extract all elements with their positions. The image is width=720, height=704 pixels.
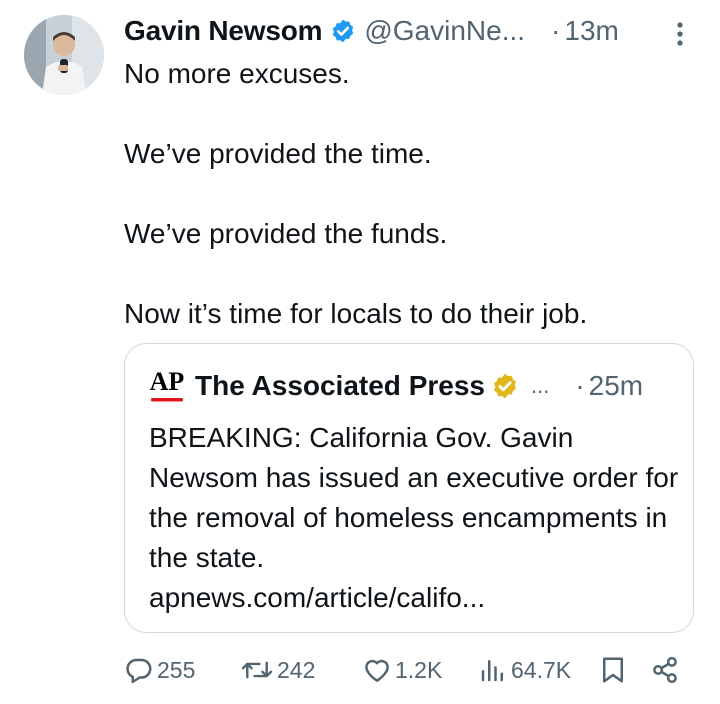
action-bar: 255 242 1.2K 64.7K — [124, 650, 694, 690]
quoted-tweet-header: AP The Associated Press ... · 25m — [149, 366, 674, 406]
reply-button[interactable]: 255 — [124, 650, 195, 690]
quoted-tweet-link[interactable]: apnews.com/article/califo... — [149, 578, 679, 618]
separator-dot: · — [575, 370, 585, 401]
quoted-handle-truncated[interactable]: ... — [531, 373, 549, 399]
verified-badge-icon — [333, 19, 354, 43]
more-options-icon[interactable] — [670, 20, 690, 48]
views-chart-icon — [481, 660, 503, 682]
repost-button[interactable]: 242 — [240, 650, 315, 690]
author-avatar[interactable] — [24, 15, 104, 95]
quoted-tweet-text: BREAKING: California Gov. Gavin Newsom h… — [149, 422, 679, 573]
quoted-tweet-card[interactable]: AP The Associated Press ... · 25m BREAKI… — [124, 343, 694, 633]
share-button[interactable] — [650, 650, 680, 690]
gold-verified-badge-icon — [494, 373, 516, 399]
ap-logo-text: AP — [150, 367, 185, 396]
reply-icon — [126, 658, 152, 684]
tweet-body: No more excuses. We’ve provided the time… — [124, 54, 694, 334]
tweet-line: No more excuses. — [124, 58, 350, 89]
tweet-header: Gavin Newsom @GavinNe... · 13m — [124, 12, 694, 50]
repost-count: 242 — [277, 656, 316, 683]
quoted-tweet-body: BREAKING: California Gov. Gavin Newsom h… — [149, 418, 679, 618]
like-heart-icon — [365, 659, 389, 682]
tweet-line: We’ve provided the funds. — [124, 218, 448, 249]
avatar-photo — [24, 15, 104, 95]
share-icon — [653, 656, 677, 684]
bookmark-button[interactable] — [598, 650, 628, 690]
reply-count: 255 — [157, 656, 196, 683]
author-name[interactable]: Gavin Newsom — [124, 15, 323, 47]
like-count: 1.2K — [395, 656, 443, 683]
author-handle[interactable]: @GavinNe... — [364, 15, 525, 47]
tweet-timestamp[interactable]: 13m — [564, 15, 618, 47]
views-button[interactable]: 64.7K — [478, 650, 571, 690]
like-button[interactable]: 1.2K — [362, 650, 442, 690]
view-count: 64.7K — [511, 656, 572, 683]
tweet-line: We’ve provided the time. — [124, 138, 432, 169]
ap-logo-icon: AP — [150, 367, 185, 402]
repost-icon — [241, 661, 273, 679]
quoted-author-name[interactable]: The Associated Press — [195, 370, 485, 402]
separator-dot: · — [551, 15, 561, 46]
quoted-timestamp[interactable]: 25m — [589, 370, 643, 402]
tweet-line: Now it’s time for locals to do their job… — [124, 298, 588, 329]
bookmark-icon — [603, 657, 623, 683]
